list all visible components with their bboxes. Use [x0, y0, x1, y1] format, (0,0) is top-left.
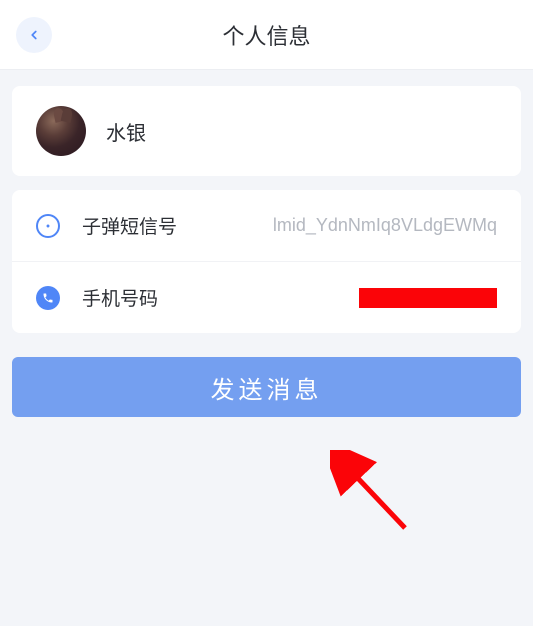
- sms-id-value: lmid_YdnNmIq8VLdgEWMq: [273, 215, 497, 236]
- sms-id-label: 子弹短信号: [82, 212, 177, 239]
- phone-label: 手机号码: [82, 284, 158, 311]
- content-area: 水银 子弹短信号 lmid_YdnNmIq8VLdgEWMq 手机号码: [0, 70, 533, 333]
- info-card: 子弹短信号 lmid_YdnNmIq8VLdgEWMq 手机号码: [12, 190, 521, 333]
- phone-row[interactable]: 手机号码: [12, 261, 521, 333]
- send-message-button[interactable]: 发送消息: [12, 357, 521, 417]
- phone-icon: [36, 286, 60, 310]
- profile-name: 水银: [106, 117, 146, 146]
- avatar[interactable]: [36, 106, 86, 156]
- sms-id-row[interactable]: 子弹短信号 lmid_YdnNmIq8VLdgEWMq: [12, 190, 521, 261]
- back-button[interactable]: [16, 17, 52, 53]
- arrow-annotation: [330, 450, 420, 540]
- message-icon: [36, 214, 60, 238]
- profile-row: 水银: [12, 86, 521, 176]
- header: 个人信息: [0, 0, 533, 70]
- phone-value-redacted: [359, 288, 497, 308]
- chevron-left-icon: [27, 28, 41, 42]
- page-title: 个人信息: [222, 19, 310, 51]
- profile-card[interactable]: 水银: [12, 86, 521, 176]
